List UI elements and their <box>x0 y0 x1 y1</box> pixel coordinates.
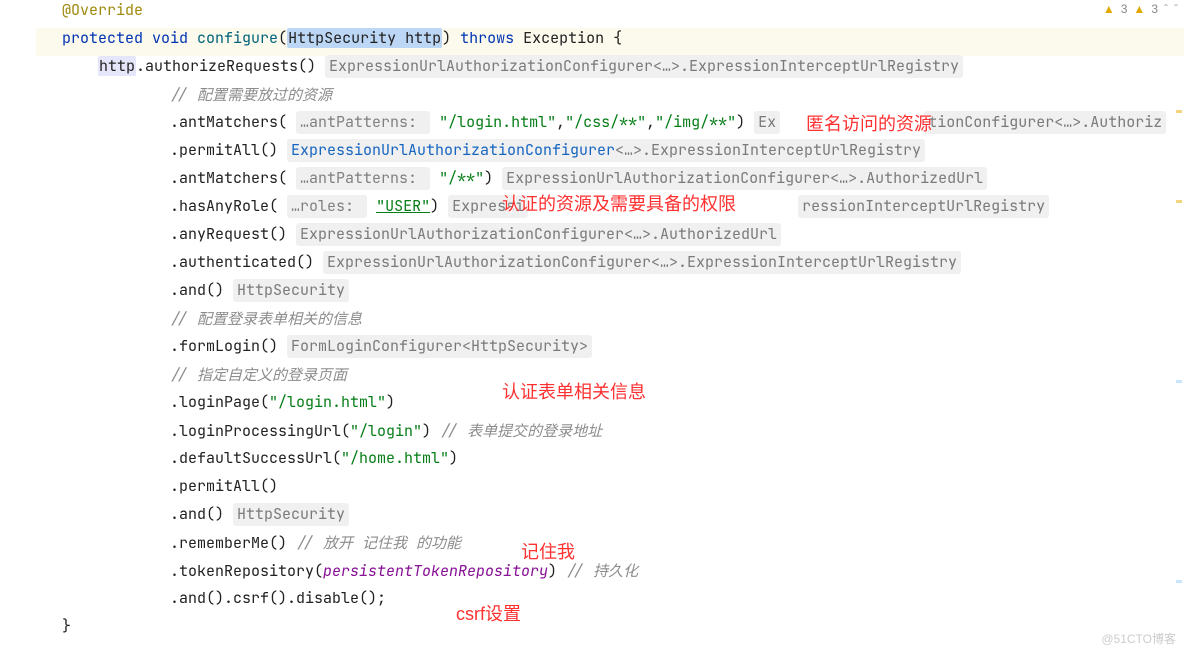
code-line[interactable]: .loginProcessingUrl("/login") // 表单提交的登录… <box>36 420 1184 448</box>
code-line[interactable]: // 配置登录表单相关的信息 <box>36 308 1184 336</box>
code-line[interactable]: .defaultSuccessUrl("/home.html") <box>36 448 1184 476</box>
editor-gutter[interactable] <box>0 0 37 651</box>
code-line[interactable]: .rememberMe() // 放开 记住我 的功能 <box>36 532 1184 560</box>
keyword-throws: throws <box>451 28 523 48</box>
inline-hint: FormLoginConfigurer<HttpSecurity> <box>287 335 592 358</box>
inline-hint: ExpressionUrlAuthorizationConfigurer<…>.… <box>296 223 781 246</box>
code-line[interactable]: .antMatchers( …antPatterns: "/login.html… <box>36 112 1184 140</box>
code-line[interactable]: @Override <box>36 0 1184 28</box>
comment: // 指定自定义的登录页面 <box>170 365 347 385</box>
inline-hint: HttpSecurity <box>233 279 349 302</box>
code-line[interactable]: http.authorizeRequests() ExpressionUrlAu… <box>36 56 1184 84</box>
code-line[interactable]: .permitAll() ExpressionUrlAuthorizationC… <box>36 140 1184 168</box>
code-line[interactable]: .loginPage("/login.html") <box>36 392 1184 420</box>
inline-hint: HttpSecurity <box>233 503 349 526</box>
code-line[interactable]: .tokenRepository(persistentTokenReposito… <box>36 560 1184 588</box>
minimap-mark[interactable] <box>1176 580 1182 583</box>
inline-hint: ExpressionUrlAuthorizationConfigurer<…>.… <box>323 251 961 274</box>
inline-hint: Ex <box>754 111 780 134</box>
annotation-override: @Override <box>62 0 143 20</box>
code-line[interactable]: .and() HttpSecurity <box>36 280 1184 308</box>
code-line[interactable]: .formLogin() FormLoginConfigurer<HttpSec… <box>36 336 1184 364</box>
code-line[interactable]: .and().csrf().disable(); <box>36 588 1184 616</box>
field-ref: persistentTokenRepository <box>323 561 548 581</box>
comment: // 放开 记住我 的功能 <box>296 533 461 553</box>
minimap-mark[interactable] <box>1176 380 1182 383</box>
editor-code-area[interactable]: ▲3 ▲3 ˆ ˇ @Override protected void confi… <box>36 0 1184 651</box>
editor-minimap[interactable] <box>1174 0 1184 651</box>
comment: // 持久化 <box>566 561 638 581</box>
inline-hint-link[interactable]: ExpressionUrlAuthorizationConfigurer <box>291 140 615 160</box>
code-line[interactable]: // 指定自定义的登录页面 <box>36 364 1184 392</box>
code-line[interactable]: .permitAll() <box>36 476 1184 504</box>
comment: // 配置登录表单相关的信息 <box>170 309 362 329</box>
method-name: configure <box>197 28 278 48</box>
code-line[interactable]: .and() HttpSecurity <box>36 504 1184 532</box>
minimap-mark[interactable] <box>1176 200 1182 203</box>
code-line[interactable]: } <box>36 616 1184 644</box>
inline-hint: tionConfigurer<…>.Authoriz <box>924 111 1166 134</box>
code-line[interactable]: protected void configure(HttpSecurity ht… <box>36 28 1184 56</box>
keywords: protected void <box>62 28 197 48</box>
parameter-selection: HttpSecurity http <box>287 28 442 48</box>
comment: // 表单提交的登录地址 <box>440 421 602 441</box>
inline-hint: ExpressionUrlAuthorizationConfigurer<…>.… <box>325 55 963 78</box>
exception-name: Exception { <box>523 28 622 48</box>
code-line[interactable]: .antMatchers( …antPatterns: "/**") Expre… <box>36 168 1184 196</box>
identifier: http <box>98 56 136 76</box>
code-line[interactable]: .anyRequest() ExpressionUrlAuthorization… <box>36 224 1184 252</box>
inline-hint: ExpressionUrlAuthorizationConfigurer<…>.… <box>502 167 987 190</box>
minimap-mark[interactable] <box>1176 110 1182 113</box>
code-line[interactable]: .hasAnyRole( …roles: "USER") Expressi re… <box>36 196 1184 224</box>
code-line[interactable]: .authenticated() ExpressionUrlAuthorizat… <box>36 252 1184 280</box>
inline-hint: ressionInterceptUrlRegistry <box>798 195 1049 218</box>
inline-hint: Expressi <box>448 195 528 218</box>
comment: // 配置需要放过的资源 <box>170 85 332 105</box>
code-line[interactable]: // 配置需要放过的资源 <box>36 84 1184 112</box>
